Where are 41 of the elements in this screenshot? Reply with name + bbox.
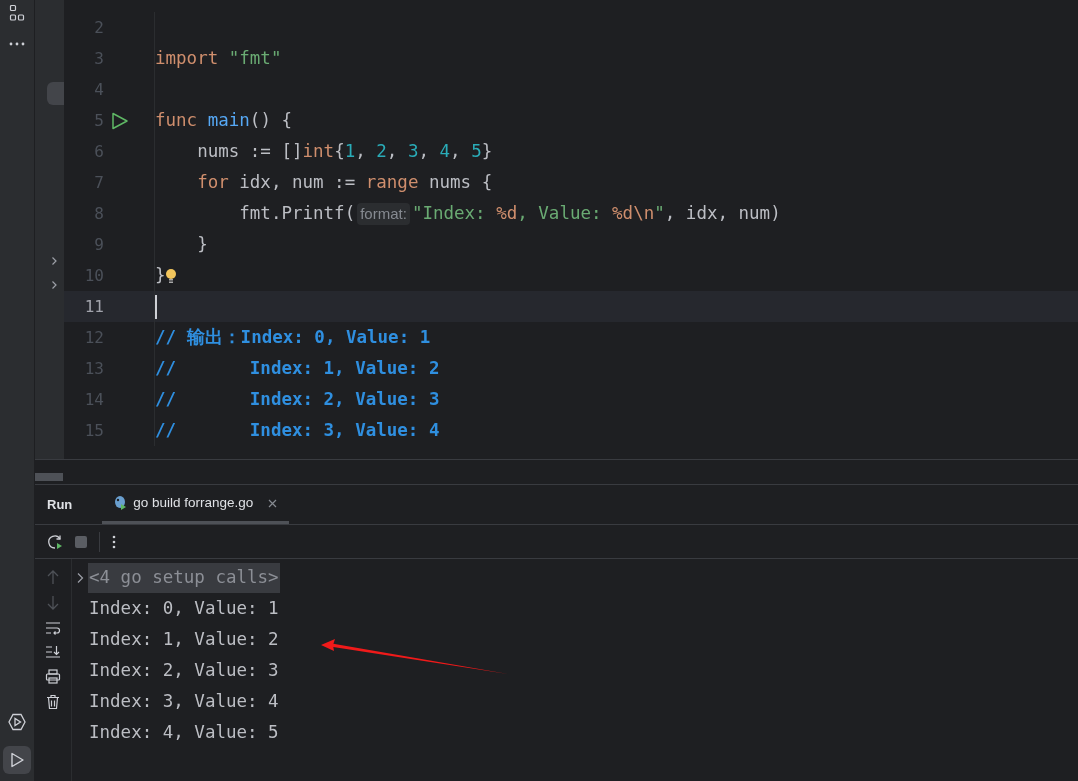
scrollbar-thumb[interactable]: [35, 473, 63, 481]
run-icon[interactable]: [110, 110, 130, 131]
code-line: // Index: 3, Value: 4: [155, 419, 440, 443]
code-line: // Index: 1, Value: 2: [155, 357, 440, 381]
more-icon[interactable]: [112, 534, 116, 549]
selection-highlight: [47, 82, 64, 105]
code-line: nums := []int{1, 2, 3, 4, 5}: [196, 140, 493, 164]
code-line: }: [196, 233, 208, 257]
code-line: func main() {: [155, 109, 292, 133]
print-icon[interactable]: [45, 669, 61, 684]
output-line: Index: 3, Value: 4: [89, 690, 279, 714]
tool-window-button[interactable]: [3, 746, 31, 774]
rerun-icon[interactable]: [47, 533, 63, 550]
scroll-to-end-icon[interactable]: [45, 645, 61, 659]
trash-icon[interactable]: [46, 694, 60, 710]
hexagon-play-icon: [7, 712, 27, 732]
close-icon[interactable]: [268, 498, 278, 508]
lightbulb-icon[interactable]: [164, 267, 177, 284]
more-icon[interactable]: [9, 42, 25, 46]
code-line: // 输出：Index: 0, Value: 1: [155, 326, 431, 350]
output-line: Index: 0, Value: 1: [89, 597, 279, 621]
panel-title: Run: [47, 495, 73, 514]
chevron-right-icon[interactable]: [76, 571, 84, 584]
output-line: Index: 2, Value: 3: [89, 659, 279, 683]
line-number: 11: [83, 295, 104, 318]
code-line: // Index: 2, Value: 3: [155, 388, 440, 412]
stop-icon[interactable]: [75, 535, 87, 548]
output-line: Index: 4, Value: 5: [89, 721, 279, 745]
output-line: Index: 1, Value: 2: [89, 628, 279, 652]
code-line: import "fmt": [155, 47, 282, 71]
soft-wrap-icon[interactable]: [45, 621, 61, 635]
chevron-right-icon[interactable]: [51, 280, 58, 290]
parameter-hint: format:: [357, 202, 410, 225]
run-tab[interactable]: go build forrange.go: [102, 485, 290, 524]
code-line: for idx, num := range nums {: [196, 171, 493, 195]
code-line: }: [155, 264, 166, 288]
code-line: fmt.Printf( format: "Index: %d, Value: %d\n", idx, num): [238, 201, 781, 227]
chevron-right-icon[interactable]: [51, 256, 58, 266]
tab-label: go build forrange.go: [133, 493, 254, 512]
play-icon: [8, 751, 26, 769]
structure-icon[interactable]: [9, 4, 25, 22]
